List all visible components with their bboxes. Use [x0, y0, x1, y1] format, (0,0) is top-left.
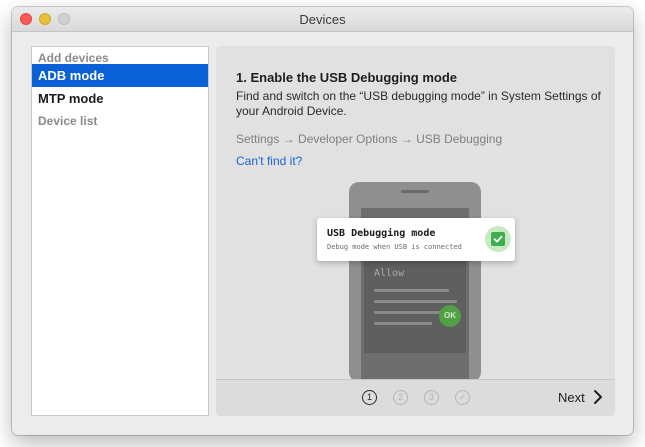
- window-title: Devices: [299, 12, 346, 27]
- allow-dialog-title: Allow: [374, 268, 405, 279]
- settings-path: Settings → Developer Options → USB Debug…: [236, 132, 503, 146]
- ok-button-illustration: OK: [439, 305, 461, 327]
- title-bar: Devices: [12, 7, 633, 32]
- phone-illustration: Allow OK: [349, 182, 481, 382]
- dialog-text-line: [374, 322, 432, 325]
- cant-find-it-link[interactable]: Can't find it?: [236, 154, 302, 168]
- sidebar-header-add-devices: Add devices: [38, 51, 109, 65]
- next-button[interactable]: Next: [558, 390, 585, 405]
- toast-title: USB Debugging mode: [327, 228, 436, 239]
- phone-speaker: [401, 190, 429, 193]
- sidebar-header-device-list: Device list: [38, 114, 98, 128]
- chevron-right-icon[interactable]: [592, 389, 604, 410]
- sidebar: Add devices ADB mode MTP mode Device lis…: [31, 46, 209, 416]
- step-indicator-done: ✓: [455, 390, 470, 405]
- wizard-footer: 1 2 3 ✓ Next: [216, 379, 615, 416]
- sidebar-item-adb-mode[interactable]: ADB mode: [32, 64, 208, 87]
- instruction-panel: 1. Enable the USB Debugging mode Find an…: [216, 46, 615, 416]
- devices-window: Devices Add devices ADB mode MTP mode De…: [12, 7, 633, 435]
- toast-subtitle: Debug mode when USB is connected: [327, 243, 462, 251]
- step-indicator-2: 2: [393, 390, 408, 405]
- checkbox-checked-icon: [485, 226, 511, 252]
- step-indicator-3: 3: [424, 390, 439, 405]
- step-title: 1. Enable the USB Debugging mode: [236, 70, 458, 85]
- usb-debugging-toast: USB Debugging mode Debug mode when USB i…: [317, 218, 515, 261]
- dialog-text-line: [374, 289, 449, 292]
- step-indicator-1: 1: [362, 390, 377, 405]
- sidebar-item-mtp-mode[interactable]: MTP mode: [32, 87, 208, 110]
- dialog-text-line: [374, 300, 457, 303]
- step-description: Find and switch on the “USB debugging mo…: [236, 89, 601, 118]
